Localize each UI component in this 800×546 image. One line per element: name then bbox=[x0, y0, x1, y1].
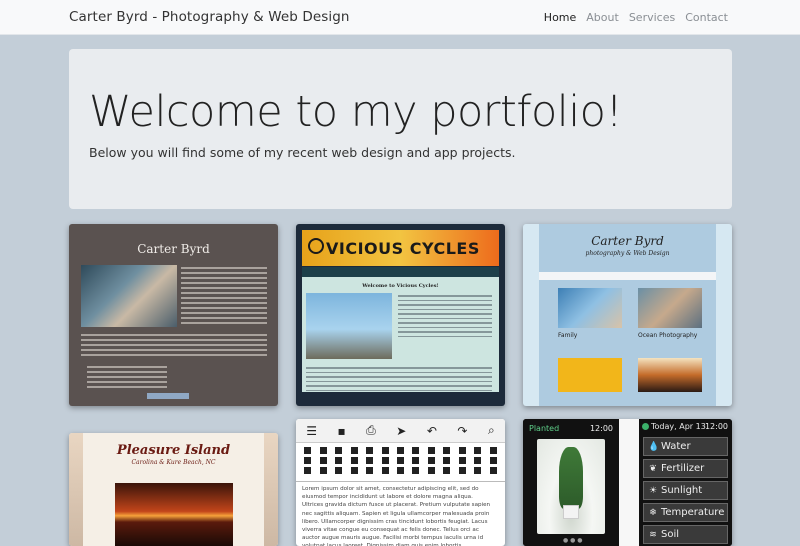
sprout-icon: ❦ bbox=[649, 464, 657, 474]
ocean-thumbnail bbox=[638, 288, 702, 328]
undo-icon: ↶ bbox=[426, 423, 437, 438]
family-thumbnail bbox=[558, 288, 622, 328]
nav-about[interactable]: About bbox=[586, 11, 619, 24]
gap bbox=[619, 419, 639, 546]
sunset-pier-photo bbox=[115, 483, 233, 546]
site-page: Carter Byrd photography & Web Design Fam… bbox=[539, 224, 716, 406]
care-item-fertilizer[interactable]: ❦ Fertilizer bbox=[643, 459, 728, 478]
print-icon: ⎙ bbox=[366, 423, 376, 437]
care-item-water[interactable]: 💧 Water bbox=[643, 437, 728, 456]
nav-contact[interactable]: Contact bbox=[685, 11, 728, 24]
date-header: Today, Apr 13 bbox=[642, 422, 706, 431]
menu-icon: ☰ bbox=[306, 423, 318, 438]
project-card-pleasure-island[interactable]: Pleasure Island Carolina & Kure Beach, N… bbox=[69, 433, 278, 546]
site-navbar bbox=[302, 267, 499, 277]
brand-link[interactable]: Carter Byrd - Photography & Web Design bbox=[69, 9, 350, 25]
status-time: 12:00 bbox=[589, 424, 613, 433]
sun-icon: ☀ bbox=[648, 486, 658, 496]
project-card-text-editor[interactable]: ☰ ▪ ⎙ ➤ ↶ ↷ ⌕ Lorem ipsum dolor sit amet… bbox=[296, 419, 505, 546]
project-card-carter-byrd-site[interactable]: Carter Byrd bbox=[69, 224, 278, 406]
soil-icon: ≋ bbox=[649, 530, 657, 540]
app-screen-care: Today, Apr 13 12:00 💧 Water ❦ Fertilizer ☀… bbox=[639, 419, 732, 546]
navbar: Carter Byrd - Photography & Web Design H… bbox=[0, 0, 800, 35]
placeholder-text-lines bbox=[306, 367, 492, 394]
site-navbar bbox=[539, 272, 716, 280]
pager-dots: ● ● ● bbox=[563, 537, 583, 544]
nav-services[interactable]: Services bbox=[629, 11, 675, 24]
bicycle-logo-icon bbox=[308, 238, 324, 254]
placeholder-text-lines bbox=[398, 295, 492, 340]
site-heading: Welcome to Vicious Cycles! bbox=[362, 283, 439, 289]
jumbotron: Welcome to my portfolio! Below you will … bbox=[69, 49, 732, 209]
project-card-vicious-cycles[interactable]: VICIOUS CYCLES Welcome to Vicious Cycles… bbox=[296, 224, 505, 406]
care-item-soil[interactable]: ≋ Soil bbox=[643, 525, 728, 544]
ocean-label: Ocean Photography bbox=[638, 332, 698, 339]
app-header: Planted bbox=[529, 424, 560, 433]
site-title: Carter Byrd bbox=[591, 234, 664, 248]
sunset-thumbnail bbox=[638, 358, 702, 392]
site-body: Welcome to Vicious Cycles! bbox=[302, 277, 499, 392]
vicious-cycles-banner: VICIOUS CYCLES bbox=[302, 230, 499, 266]
project-card-photography-site[interactable]: Carter Byrd photography & Web Design Fam… bbox=[523, 224, 732, 406]
editor-toolbar: ☰ ▪ ⎙ ➤ ↶ ↷ ⌕ bbox=[296, 419, 505, 443]
placeholder-list-lines bbox=[87, 366, 167, 391]
divider bbox=[296, 481, 505, 482]
care-item-sunlight[interactable]: ☀ Sunlight bbox=[643, 481, 728, 500]
plant-photo bbox=[537, 439, 605, 534]
vicious-cycles-brand: VICIOUS CYCLES bbox=[326, 239, 480, 258]
card-thumbnail-image bbox=[81, 265, 177, 327]
snowflake-icon: ❄ bbox=[649, 508, 657, 518]
card-site-title: Carter Byrd bbox=[137, 242, 210, 256]
placeholder-text-lines bbox=[81, 334, 267, 359]
cyclist-photo bbox=[306, 293, 392, 359]
site-subtitle: Carolina & Kure Beach, NC bbox=[131, 459, 216, 466]
nav-links: Home About Services Contact bbox=[544, 11, 728, 24]
app-screen-plant: Planted 12:00 ● ● ● bbox=[523, 419, 619, 546]
card-mini-button bbox=[147, 393, 189, 399]
status-time: 12:00 bbox=[704, 422, 728, 431]
vicious-thumbnail bbox=[558, 358, 622, 392]
project-card-planted-app[interactable]: Planted 12:00 ● ● ● Today, Apr 13 12:00 … bbox=[523, 419, 732, 546]
format-button-grid bbox=[300, 447, 501, 474]
send-icon: ➤ bbox=[396, 423, 407, 438]
search-icon: ⌕ bbox=[487, 423, 495, 437]
site-subtitle: photography & Web Design bbox=[585, 250, 670, 257]
save-icon: ▪ bbox=[337, 423, 346, 438]
status-dot-icon bbox=[642, 423, 649, 430]
site-title: Pleasure Island bbox=[116, 443, 231, 458]
care-item-temperature[interactable]: ❄ Temperature bbox=[643, 503, 728, 522]
family-label: Family bbox=[558, 332, 578, 339]
placeholder-text-lines bbox=[181, 267, 267, 327]
editor-body-text: Lorem ipsum dolor sit amet, consectetur … bbox=[302, 486, 491, 546]
page-lead: Below you will find some of my recent we… bbox=[89, 145, 516, 160]
page-title: Welcome to my portfolio! bbox=[89, 87, 623, 137]
nav-home[interactable]: Home bbox=[544, 11, 576, 24]
redo-icon: ↷ bbox=[457, 423, 468, 438]
drop-icon: 💧 bbox=[648, 442, 660, 452]
